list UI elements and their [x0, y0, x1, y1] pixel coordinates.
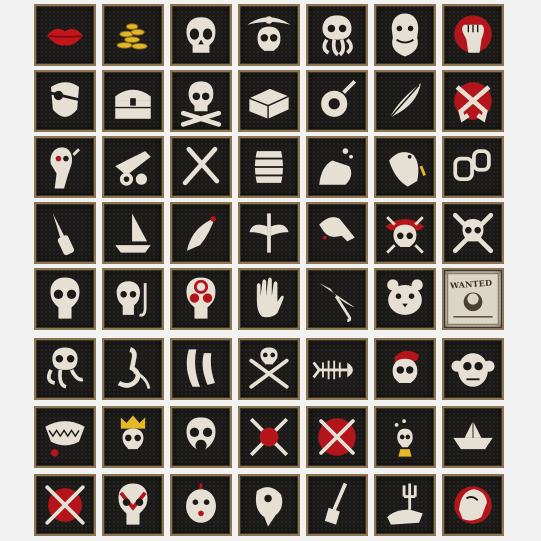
cursed-amulet-icon[interactable] [306, 70, 368, 132]
broken-umbrella-icon[interactable] [306, 268, 368, 330]
rum-barrel-icon[interactable] [238, 136, 300, 198]
splash-hand-icon[interactable] [306, 136, 368, 198]
pirate-captain-skull-icon[interactable] [238, 4, 300, 66]
tiger-head-icon[interactable] [374, 268, 436, 330]
bloody-tools-icon[interactable] [238, 406, 300, 468]
skull-hook-icon[interactable] [102, 268, 164, 330]
red-painted-skull-icon[interactable] [102, 474, 164, 536]
ghost-hand-icon[interactable] [306, 202, 368, 264]
knife-icon[interactable] [34, 202, 96, 264]
gas-mask-icon[interactable] [170, 406, 232, 468]
claw-icon[interactable] [170, 202, 232, 264]
cannon-icon[interactable] [102, 136, 164, 198]
sailboat-icon[interactable] [102, 202, 164, 264]
crowned-skull-icon[interactable] [102, 406, 164, 468]
wanted-poster-icon[interactable]: WANTED [442, 268, 504, 330]
sea-serpent-icon[interactable] [102, 338, 164, 400]
raised-fist-icon[interactable] [442, 4, 504, 66]
red-bandana-skull-icon[interactable] [374, 202, 436, 264]
closed-book-icon[interactable] [238, 70, 300, 132]
shark-jaw-icon[interactable] [34, 406, 96, 468]
shrunken-head-icon[interactable] [170, 474, 232, 536]
paper-boat-icon[interactable] [442, 406, 504, 468]
dripping-skull-icon[interactable] [34, 268, 96, 330]
potion-skull-icon[interactable] [374, 406, 436, 468]
bloody-skull-icon[interactable] [170, 268, 232, 330]
crossed-blades-red-icon[interactable] [34, 474, 96, 536]
treasure-chest-icon[interactable] [102, 70, 164, 132]
skull-crossed-swords-icon[interactable] [238, 338, 300, 400]
crossed-daggers-icon[interactable] [170, 136, 232, 198]
plague-skull-icon[interactable] [34, 136, 96, 198]
skull-bones-icon[interactable] [442, 202, 504, 264]
eyepatch-pirate-icon[interactable] [34, 70, 96, 132]
parrot-icon[interactable] [374, 136, 436, 198]
red-cap-skull-icon[interactable] [374, 338, 436, 400]
winged-sword-icon[interactable] [238, 202, 300, 264]
grabbing-hand-icon[interactable] [442, 474, 504, 536]
bearded-pirate-face-icon[interactable] [374, 4, 436, 66]
skull-tentacles-icon[interactable] [34, 338, 96, 400]
fish-skeleton-icon[interactable] [306, 338, 368, 400]
feather-quill-icon[interactable] [374, 70, 436, 132]
icon-sheet: WANTED [0, 0, 541, 541]
shackles-icon[interactable] [442, 136, 504, 198]
shovel-icon[interactable] [306, 474, 368, 536]
ghost-sails-icon[interactable] [170, 338, 232, 400]
crossed-pistols-icon[interactable] [442, 70, 504, 132]
gold-coins-icon[interactable] [102, 4, 164, 66]
crossed-swords-red-icon[interactable] [306, 406, 368, 468]
monkey-skull-icon[interactable] [442, 338, 504, 400]
open-hand-icon[interactable] [238, 268, 300, 330]
trident-hand-icon[interactable] [374, 474, 436, 536]
skull-crossbones-icon[interactable] [170, 70, 232, 132]
kraken-skull-icon[interactable] [306, 4, 368, 66]
bird-skull-icon[interactable] [238, 474, 300, 536]
skull-icon[interactable] [170, 4, 232, 66]
lips-icon[interactable] [34, 4, 96, 66]
